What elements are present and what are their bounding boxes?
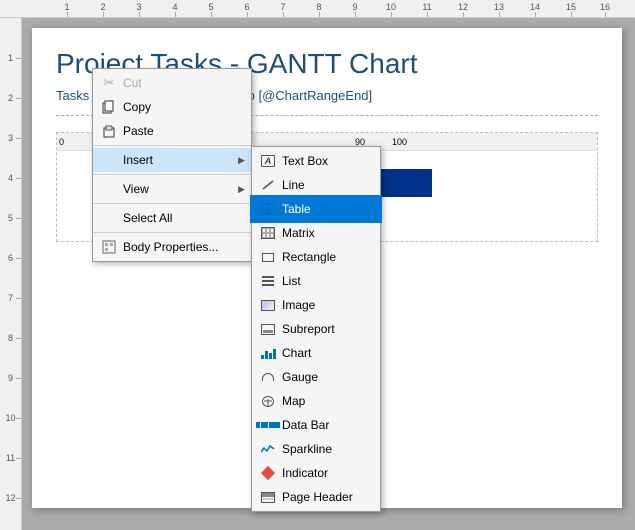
submenu-item-databar[interactable]: Data Bar (252, 413, 380, 437)
menu-item-select-all[interactable]: Select All (93, 206, 251, 230)
ruler-mark-6: 6 (244, 2, 249, 12)
submenu-item-pageheader[interactable]: Page Header (252, 485, 380, 509)
submenu-item-line[interactable]: Line (252, 173, 380, 197)
context-menu: ✂ Cut Copy (92, 68, 252, 262)
submenu-item-gauge[interactable]: Gauge (252, 365, 380, 389)
menu-separator-2 (93, 174, 251, 175)
ruler-mark-4: 4 (172, 2, 177, 12)
submenu-insert: A Text Box Line (251, 146, 381, 512)
menu-separator-3 (93, 203, 251, 204)
submenu-item-rectangle[interactable]: Rectangle (252, 245, 380, 269)
pageheader-label: Page Header (282, 490, 353, 504)
pageheader-icon (260, 489, 276, 505)
submenu-item-indicator[interactable]: Indicator (252, 461, 380, 485)
cut-label: Cut (123, 76, 243, 90)
menu-item-paste[interactable]: Paste (93, 119, 251, 143)
textbox-icon: A (260, 153, 276, 169)
ruler-left: 1 2 3 4 5 6 7 8 9 10 11 12 (0, 18, 22, 530)
paste-icon (101, 123, 117, 139)
submenu-item-matrix[interactable]: Matrix (252, 221, 380, 245)
map-icon (260, 393, 276, 409)
ruler-mark-10: 10 (386, 2, 396, 12)
menu-separator-4 (93, 232, 251, 233)
body-properties-icon (101, 239, 117, 255)
submenu-item-image[interactable]: Image (252, 293, 380, 317)
body-properties-label: Body Properties... (123, 240, 243, 254)
gauge-icon (260, 369, 276, 385)
sparkline-icon (260, 441, 276, 457)
select-all-label: Select All (123, 211, 243, 225)
indicator-icon (260, 465, 276, 481)
submenu-item-sparkline[interactable]: Sparkline (252, 437, 380, 461)
list-icon (260, 273, 276, 289)
rectangle-label: Rectangle (282, 250, 336, 264)
content-area: Project Tasks - GANTT Chart Tasks from [… (22, 18, 635, 530)
insert-label: Insert (123, 153, 243, 167)
chart-label: Chart (282, 346, 311, 360)
select-all-icon (101, 210, 117, 226)
submenu-item-table[interactable]: Table (252, 197, 380, 221)
ruler-mark-11: 11 (422, 2, 431, 12)
cut-icon: ✂ (101, 75, 117, 91)
copy-icon (101, 99, 117, 115)
image-icon (260, 297, 276, 313)
ruler-mark-16: 16 (600, 2, 610, 12)
view-label: View (123, 182, 243, 196)
ruler-mark-8: 8 (316, 2, 321, 12)
subreport-icon (260, 321, 276, 337)
table-icon (260, 201, 276, 217)
submenu-item-map[interactable]: Map (252, 389, 380, 413)
list-label: List (282, 274, 301, 288)
ruler-mark-9: 9 (352, 2, 357, 12)
map-label: Map (282, 394, 305, 408)
line-icon (260, 177, 276, 193)
databar-icon (260, 417, 276, 433)
ruler-mark-14: 14 (530, 2, 540, 12)
ruler-mark-3: 3 (136, 2, 141, 12)
matrix-label: Matrix (282, 226, 315, 240)
databar-label: Data Bar (282, 418, 329, 432)
image-label: Image (282, 298, 315, 312)
sparkline-label: Sparkline (282, 442, 332, 456)
gauge-label: Gauge (282, 370, 318, 384)
menu-item-body-properties[interactable]: Body Properties... (93, 235, 251, 259)
menu-item-copy[interactable]: Copy (93, 95, 251, 119)
view-icon (101, 181, 117, 197)
submenu-item-list[interactable]: List (252, 269, 380, 293)
ruler-top: 1 2 3 4 5 6 7 8 9 10 11 12 13 14 15 16 (0, 0, 635, 18)
insert-icon (101, 152, 117, 168)
context-menu-overlay: ✂ Cut Copy (92, 68, 252, 262)
ruler-mark-15: 15 (566, 2, 576, 12)
matrix-icon (260, 225, 276, 241)
gantt-scale-0: 0 (59, 137, 64, 147)
table-label: Table (282, 202, 311, 216)
gantt-scale-100: 100 (392, 137, 407, 147)
ruler-mark-1: 1 (64, 2, 69, 12)
subreport-label: Subreport (282, 322, 335, 336)
paste-label: Paste (123, 124, 243, 138)
submenu-item-subreport[interactable]: Subreport (252, 317, 380, 341)
line-label: Line (282, 178, 305, 192)
ruler-mark-2: 2 (100, 2, 105, 12)
menu-separator-1 (93, 145, 251, 146)
chart-icon (260, 345, 276, 361)
textbox-label: Text Box (282, 154, 328, 168)
submenu-item-chart[interactable]: Chart (252, 341, 380, 365)
indicator-label: Indicator (282, 466, 328, 480)
submenu-item-textbox[interactable]: A Text Box (252, 149, 380, 173)
ruler-mark-13: 13 (494, 2, 504, 12)
copy-label: Copy (123, 100, 243, 114)
gantt-scale-90: 90 (355, 137, 365, 147)
menu-item-view[interactable]: View (93, 177, 251, 201)
rectangle-icon (260, 249, 276, 265)
ruler-mark-12: 12 (458, 2, 468, 12)
menu-item-cut[interactable]: ✂ Cut (93, 71, 251, 95)
ruler-mark-7: 7 (280, 2, 285, 12)
ruler-mark-5: 5 (208, 2, 213, 12)
menu-item-insert[interactable]: Insert A Text Box Lin (93, 148, 251, 172)
